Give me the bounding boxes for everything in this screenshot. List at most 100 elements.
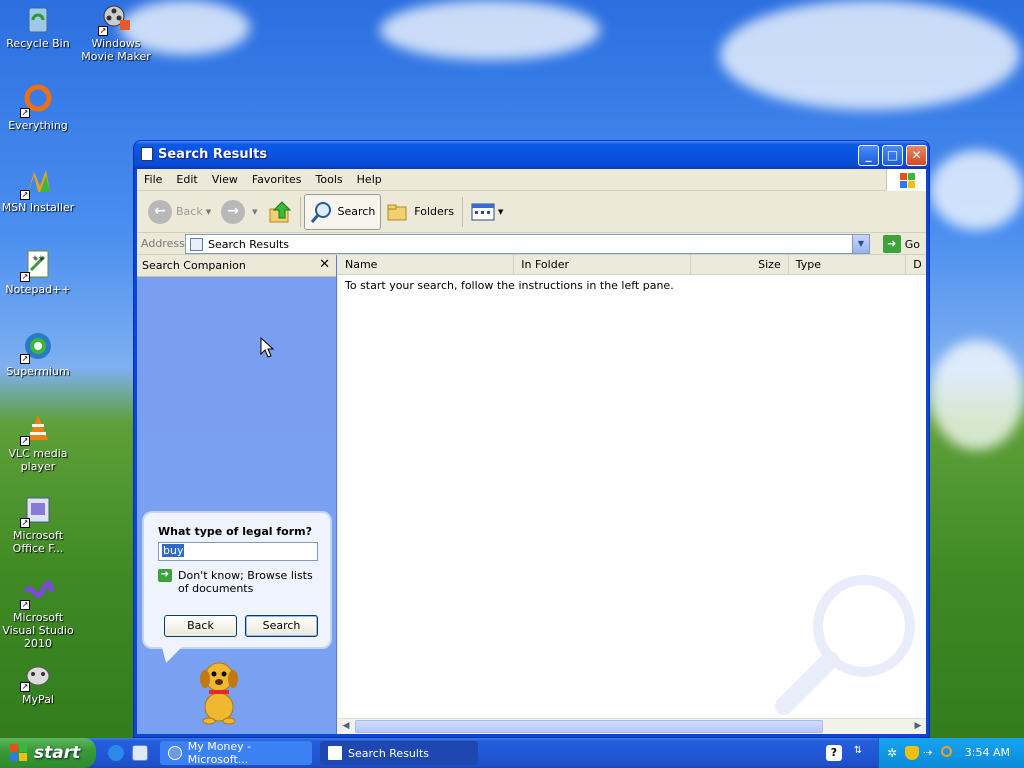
go-label: Go <box>904 237 920 251</box>
desktop-icon-label: Notepad++ <box>5 283 71 296</box>
menu-favorites[interactable]: Favorites <box>245 173 309 186</box>
desktop-icon-recycle-bin[interactable]: Recycle Bin <box>0 2 76 50</box>
question-label: What type of legal form? <box>158 525 312 538</box>
search-results-window[interactable]: Search Results _ □ ✕ File Edit View Favo… <box>133 140 930 738</box>
shortcut-arrow-icon: ↗ <box>20 436 30 446</box>
legal-form-input[interactable]: buy <box>158 542 318 561</box>
scroll-right-icon[interactable]: ▶ <box>910 719 926 735</box>
folders-button[interactable]: Folders <box>381 194 459 230</box>
vlc-icon: ↗ <box>20 412 54 446</box>
recycle-bin-icon <box>22 2 54 34</box>
clock[interactable]: 3:54 AM <box>965 746 1010 759</box>
cloud <box>380 0 600 60</box>
everything-icon: ↗ <box>20 84 54 118</box>
search-companion-pane: Search Companion ✕ What type of legal fo… <box>137 255 337 734</box>
shortcut-arrow-icon: ↗ <box>20 190 30 200</box>
column-header-type[interactable]: Type <box>789 255 907 275</box>
back-label: Back <box>176 205 203 218</box>
desktop-icon-label: Everything <box>8 119 68 132</box>
search-results-icon <box>190 237 203 251</box>
chevron-down-icon[interactable]: ▼ <box>498 208 503 216</box>
forward-button[interactable]: → ▼ <box>216 194 262 230</box>
search-dog-icon[interactable] <box>189 655 249 725</box>
security-shield-icon[interactable] <box>905 746 919 760</box>
column-header-size[interactable]: Size <box>691 255 789 275</box>
balloon-buttons: Back Search <box>164 615 318 637</box>
balloon-tail <box>156 647 182 663</box>
shortcut-arrow-icon: ↗ <box>20 600 30 610</box>
search-submit-button[interactable]: Search <box>245 615 318 637</box>
browse-lists-link[interactable]: ➜ Don't know; Browse lists of documents <box>158 569 316 595</box>
address-bar: Address Search Results ▼ ➜ Go <box>137 233 926 255</box>
desktop-icon-movie-maker[interactable]: ↗ Windows Movie Maker <box>78 2 154 63</box>
shortcut-arrow-icon: ↗ <box>20 518 30 528</box>
column-headers: Name In Folder Size Type D <box>338 255 926 275</box>
search-companion-header: Search Companion ✕ <box>137 255 336 277</box>
folders-icon <box>387 204 407 220</box>
desktop-icon-supermium[interactable]: ↗ Supermium <box>0 330 76 378</box>
menu-file[interactable]: File <box>137 173 169 186</box>
search-button[interactable]: Search <box>303 193 382 230</box>
menu-help[interactable]: Help <box>350 173 389 186</box>
shortcut-arrow-icon: ↗ <box>20 272 30 282</box>
help-icon[interactable]: ? <box>826 745 842 761</box>
views-icon <box>471 203 495 220</box>
back-button[interactable]: Back <box>164 615 237 637</box>
minimize-button[interactable]: _ <box>858 145 879 166</box>
search-label: Search <box>337 205 376 218</box>
desktop-icon-msn-installer[interactable]: ↗ MSN Installer <box>0 166 76 214</box>
taskbar-item-search-results[interactable]: Search Results <box>320 741 478 765</box>
up-folder-button[interactable] <box>263 194 297 230</box>
address-field[interactable]: Search Results ▼ <box>185 234 870 254</box>
start-button[interactable]: start <box>0 738 96 768</box>
visual-studio-icon: ↗ <box>20 576 55 610</box>
search-companion-balloon: What type of legal form? buy ➜ Don't kno… <box>142 511 332 649</box>
scroll-left-icon[interactable]: ◀ <box>338 719 354 735</box>
desktop-icon-visual-studio[interactable]: ↗ Microsoft Visual Studio 2010 <box>0 576 76 650</box>
volume-icon[interactable]: ⇢ <box>923 746 937 760</box>
chevron-down-icon[interactable]: ▼ <box>852 235 869 253</box>
cloud <box>720 0 1020 110</box>
horizontal-scrollbar[interactable]: ◀ ▶ <box>338 718 926 734</box>
scroll-thumb[interactable] <box>355 720 823 733</box>
chevron-down-icon[interactable]: ▼ <box>206 208 211 216</box>
menu-tools[interactable]: Tools <box>309 173 350 186</box>
desktop-icon-vlc[interactable]: ↗ VLC media player <box>0 412 76 473</box>
taskbar: start My Money - Microsoft... Search Res… <box>0 738 1024 768</box>
start-label: start <box>34 743 81 763</box>
desktop-icon-everything[interactable]: ↗ Everything <box>0 84 76 132</box>
content-area: Search Companion ✕ What type of legal fo… <box>137 255 926 734</box>
empty-results-message: To start your search, follow the instruc… <box>345 279 674 292</box>
desktop-icon-office[interactable]: ↗ Microsoft Office F... <box>0 494 76 555</box>
back-arrow-icon: ← <box>148 199 172 224</box>
back-button[interactable]: ← Back ▼ <box>143 194 216 230</box>
taskbar-item-my-money[interactable]: My Money - Microsoft... <box>160 740 312 766</box>
column-header-in-folder[interactable]: In Folder <box>514 255 691 275</box>
views-button[interactable]: ▼ <box>466 194 508 230</box>
desktop-icon-label: Windows Movie Maker <box>81 37 151 63</box>
desktop-icon-label: MyPal <box>22 693 54 706</box>
window-title: Search Results <box>158 147 268 162</box>
search-icon[interactable] <box>941 746 952 757</box>
chevron-down-icon[interactable]: ▼ <box>252 208 257 216</box>
desktop-icon-notepad-plus-plus[interactable]: ++ ↗ Notepad++ <box>0 248 76 296</box>
close-button[interactable]: ✕ <box>906 145 927 166</box>
network-icon[interactable]: ⇅ <box>850 745 866 761</box>
maximize-button[interactable]: □ <box>882 145 903 166</box>
column-header-date[interactable]: D <box>906 255 926 275</box>
column-header-name[interactable]: Name <box>338 255 515 275</box>
title-bar[interactable]: Search Results _ □ ✕ <box>134 141 929 169</box>
shortcut-arrow-icon: ↗ <box>20 108 30 118</box>
gear-icon[interactable]: ✲ <box>887 746 901 760</box>
internet-explorer-icon[interactable] <box>108 745 124 761</box>
windows-logo-icon <box>886 169 926 191</box>
menu-view[interactable]: View <box>205 173 245 186</box>
close-icon[interactable]: ✕ <box>319 257 330 272</box>
go-button[interactable]: ➜ Go <box>882 235 920 253</box>
show-desktop-icon[interactable] <box>132 745 148 761</box>
desktop-icon-mypal[interactable]: ↗ MyPal <box>0 658 76 706</box>
menu-edit[interactable]: Edit <box>169 173 204 186</box>
menu-bar: File Edit View Favorites Tools Help <box>137 169 926 191</box>
go-arrow-icon: ➜ <box>882 235 901 253</box>
shortcut-arrow-icon: ↗ <box>98 26 108 36</box>
